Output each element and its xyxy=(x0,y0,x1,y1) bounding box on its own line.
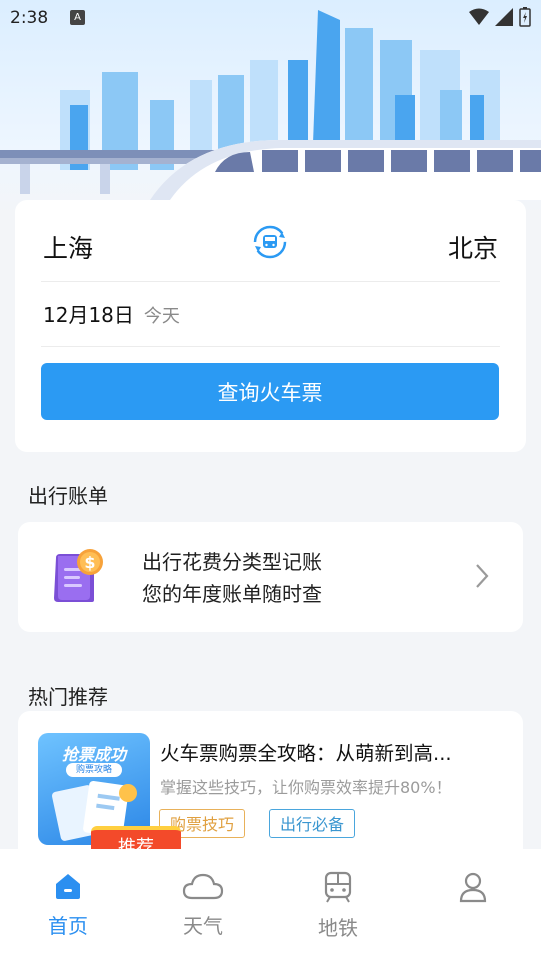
train-icon xyxy=(324,871,352,903)
svg-text:$: $ xyxy=(84,553,95,572)
swap-cities-icon[interactable] xyxy=(252,224,288,260)
cloud-icon xyxy=(182,873,224,900)
divider xyxy=(41,281,500,282)
article-description: 掌握这些技巧，让你购票效率提升80%！ xyxy=(160,778,452,797)
ticket-search-card: 上海 北京 12月18日 今天 查询火车票 xyxy=(15,200,526,452)
bill-line-1: 出行花费分类型记账 xyxy=(142,550,322,574)
wifi-icon xyxy=(469,8,489,25)
date-note: 今天 xyxy=(143,306,180,327)
bill-line-2: 您的年度账单随时查 xyxy=(142,582,322,606)
divider xyxy=(41,346,500,347)
notification-icon: A xyxy=(70,10,85,25)
nav-label-weather: 天气 xyxy=(183,914,223,938)
user-icon xyxy=(459,872,487,903)
nav-tab-weather[interactable]: 天气 xyxy=(153,871,253,939)
nav-label-metro: 地铁 xyxy=(318,916,358,940)
search-tickets-button[interactable]: 查询火车票 xyxy=(41,363,499,420)
bill-description: 出行花费分类型记账 您的年度账单随时查 xyxy=(142,546,322,610)
bottom-navigation: 首页 天气 地铁 xyxy=(0,849,541,961)
status-bar: 2:38 A xyxy=(0,0,541,36)
home-icon xyxy=(56,874,80,899)
travel-bill-card[interactable]: $ 出行花费分类型记账 您的年度账单随时查 xyxy=(18,522,523,632)
date-value: 12月18日 xyxy=(43,303,134,327)
hot-recommend-heading: 热门推荐 xyxy=(28,685,108,709)
arrival-city[interactable]: 北京 xyxy=(448,229,498,265)
departure-date[interactable]: 12月18日 今天 xyxy=(43,299,180,328)
signal-icon xyxy=(495,8,513,26)
recommend-article-card[interactable]: 抢票成功 购票攻略 火车票购票全攻略：从萌新到高... 掌握这些技巧，让你购票效… xyxy=(18,711,523,871)
nav-tab-home[interactable]: 首页 xyxy=(18,871,118,939)
nav-tab-profile[interactable] xyxy=(423,871,523,912)
departure-city[interactable]: 上海 xyxy=(43,229,93,265)
bill-receipt-icon: $ xyxy=(54,549,103,602)
travel-bill-heading: 出行账单 xyxy=(28,484,108,508)
battery-icon xyxy=(519,7,531,27)
nav-tab-metro[interactable]: 地铁 xyxy=(288,871,388,941)
article-title: 火车票购票全攻略：从萌新到高... xyxy=(160,742,452,765)
status-indicators xyxy=(469,7,531,27)
chevron-right-icon xyxy=(476,564,489,588)
status-time: 2:38 xyxy=(10,8,49,28)
tag-travel-essentials[interactable]: 出行必备 xyxy=(269,809,356,838)
nav-label-home: 首页 xyxy=(48,914,88,938)
